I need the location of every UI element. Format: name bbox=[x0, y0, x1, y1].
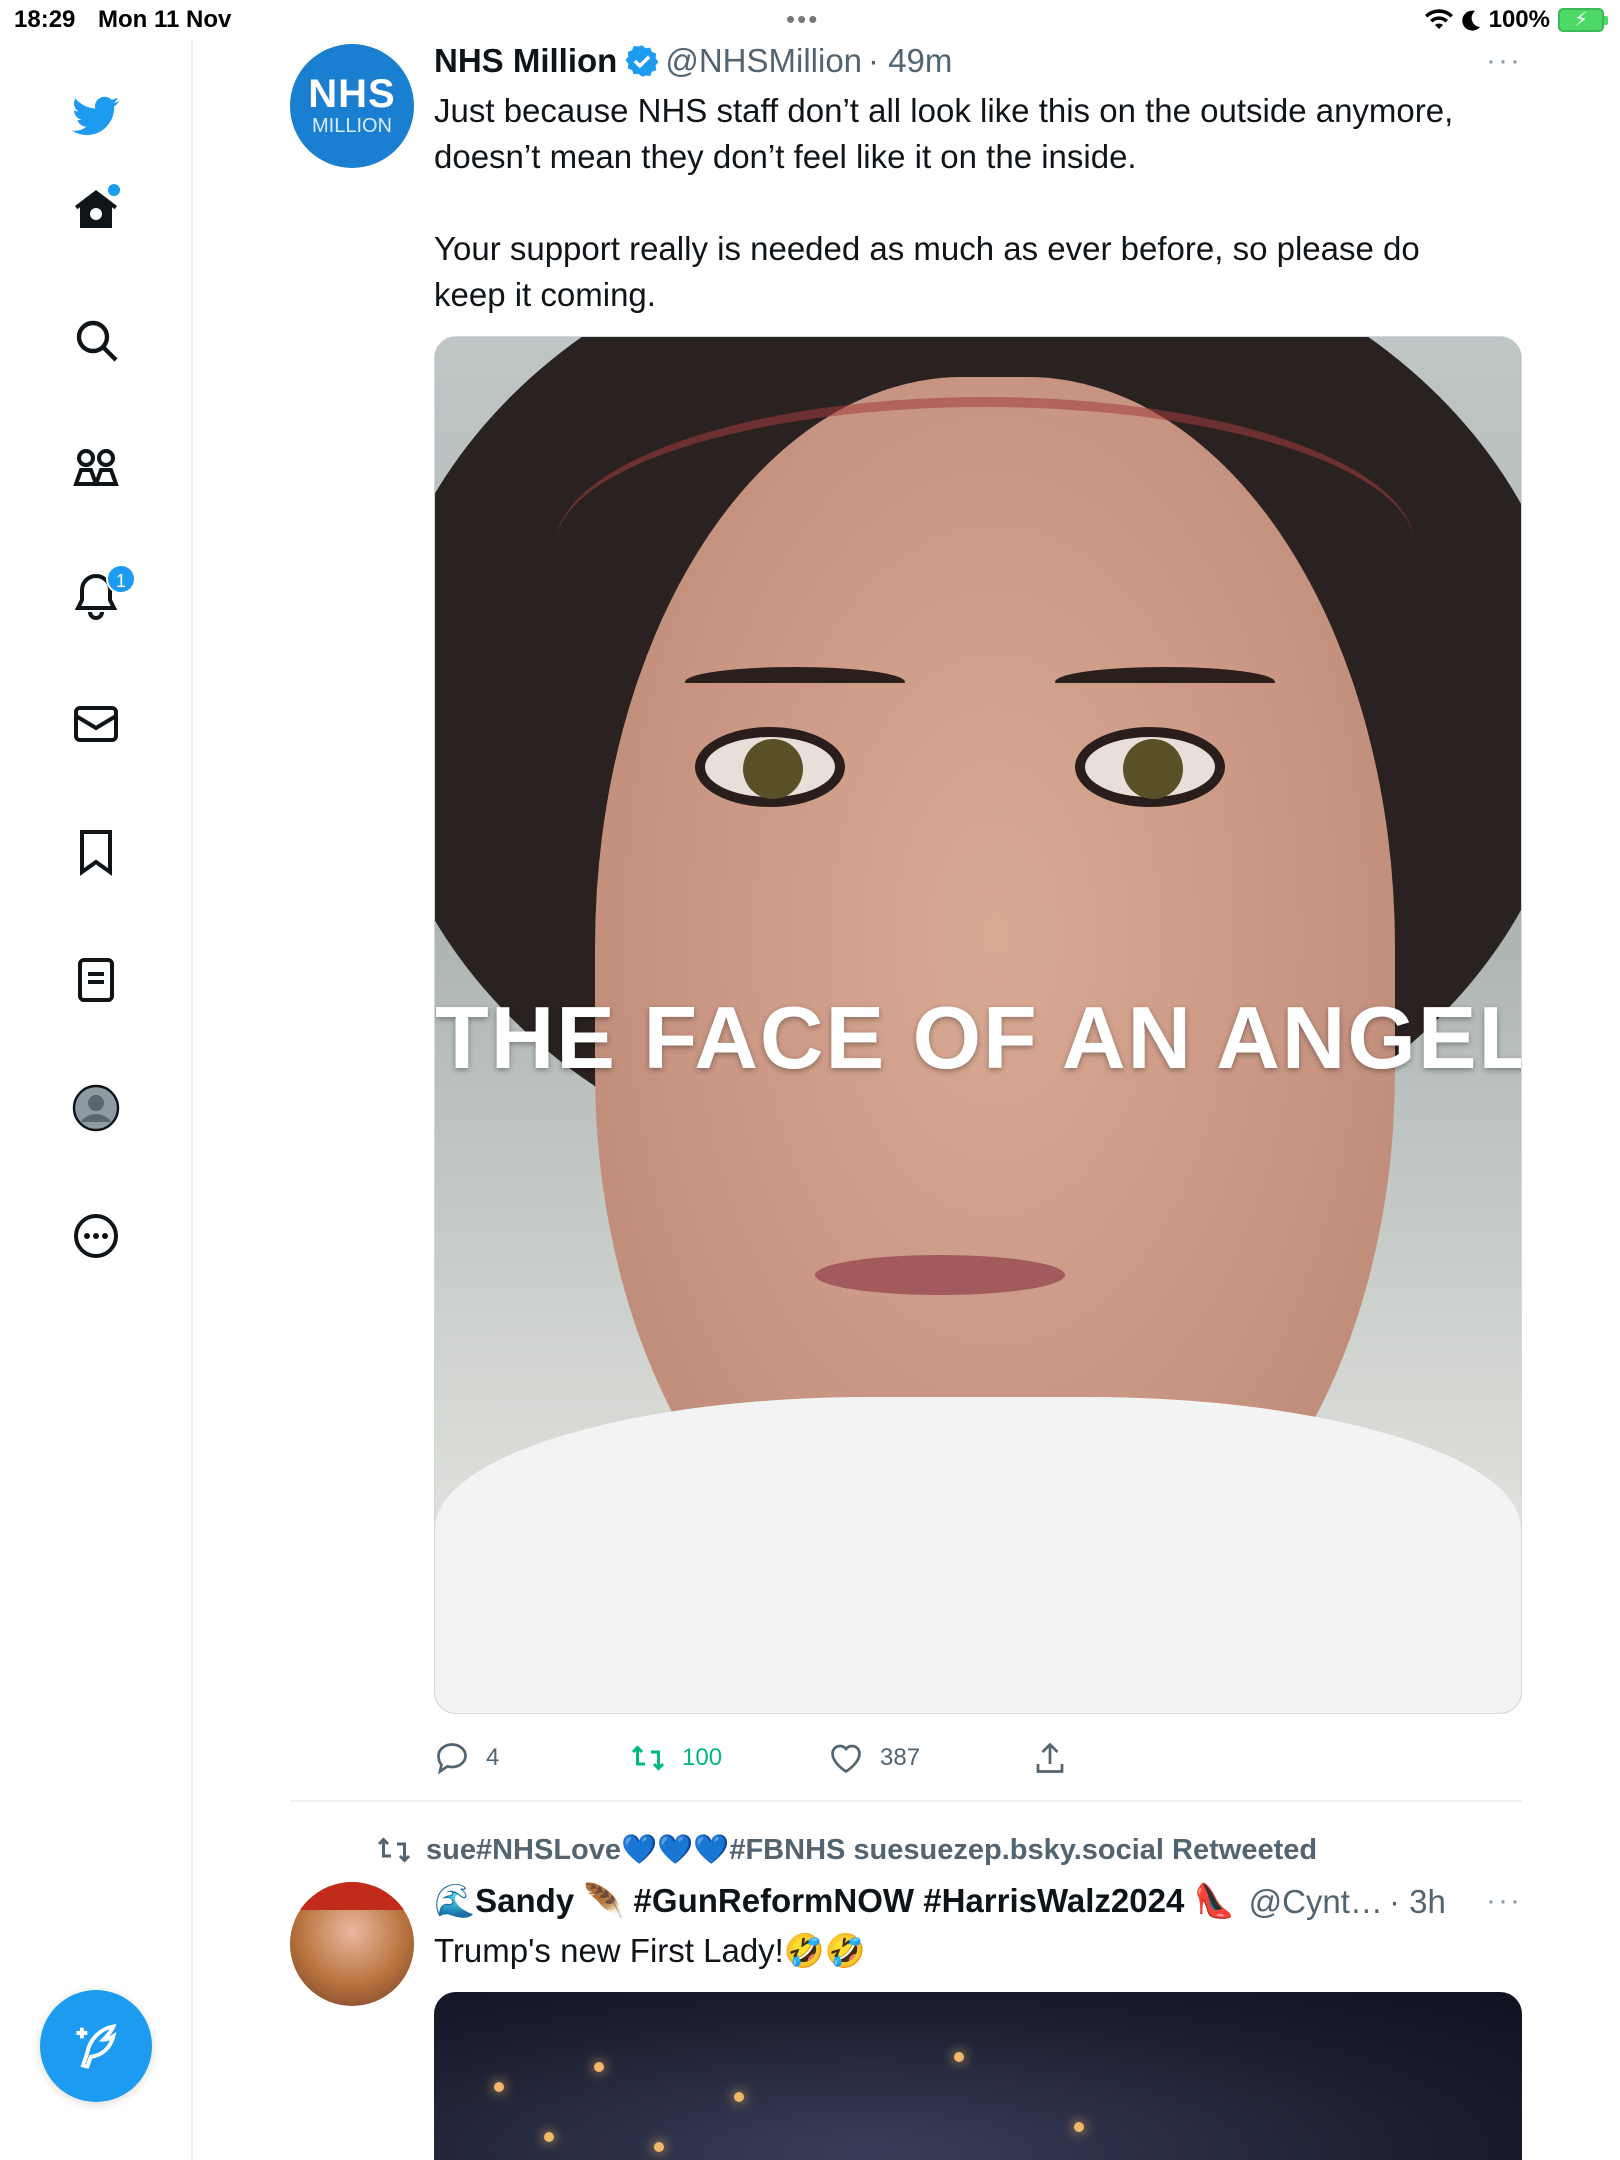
share-icon bbox=[1036, 1742, 1064, 1773]
avatar-logo-nhs: NHS bbox=[308, 72, 396, 116]
tweet-header: 🌊Sandy 🪶 #GunReformNOW #HarrisWalz2024 👠… bbox=[434, 1882, 1524, 1921]
status-bar: 18:29 Mon 11 Nov ••• 100% ⚡ bbox=[0, 0, 1620, 40]
compose-tweet-icon bbox=[76, 2024, 117, 2069]
tweet-author-handle[interactable]: @NHSMillion bbox=[665, 42, 862, 80]
battery-percent: 100% bbox=[1488, 6, 1550, 33]
reply-icon bbox=[437, 1743, 467, 1775]
tweet-timestamp[interactable]: · 49m bbox=[868, 42, 952, 80]
media-caption-text: THE FACE OF AN ANGEL bbox=[435, 988, 1522, 1087]
retweet-count: 100 bbox=[682, 1744, 723, 1771]
avatar[interactable]: NHS MILLION bbox=[290, 44, 414, 168]
notification-badge: 1 bbox=[106, 564, 136, 594]
tweet-more-options-icon[interactable]: ··· bbox=[1486, 1884, 1522, 1918]
tweet-text: Trump's new First Lady!🤣🤣 bbox=[434, 1932, 867, 1969]
retweet-icon bbox=[631, 1745, 665, 1771]
sidebar-nav: 1 bbox=[0, 40, 193, 2160]
avatar[interactable] bbox=[290, 1882, 414, 2006]
wifi-icon bbox=[1424, 9, 1453, 29]
status-right: 100% ⚡ bbox=[1424, 6, 1608, 34]
tweet-text: Just because NHS staff don’t all look li… bbox=[434, 92, 1454, 313]
heart-icon bbox=[831, 1744, 861, 1774]
compose-tweet-button[interactable] bbox=[40, 1990, 152, 2102]
tweet-author-handle[interactable]: @Cynt… bbox=[1249, 1883, 1383, 1921]
avatar-logo-million: MILLION bbox=[311, 115, 393, 137]
tweet-author-name[interactable]: NHS Million bbox=[434, 42, 617, 80]
status-time: 18:29 bbox=[14, 6, 76, 33]
tweet-author-name[interactable]: 🌊Sandy 🪶 #GunReformNOW #HarrisWalz2024 👠 bbox=[434, 1882, 1235, 1921]
tweet-header: NHS Million @NHSMillion · 49m bbox=[434, 42, 952, 80]
bookmarks-icon[interactable] bbox=[66, 822, 126, 882]
reply-count: 4 bbox=[486, 1744, 500, 1771]
notifications-icon[interactable]: 1 bbox=[66, 564, 136, 626]
home-icon[interactable] bbox=[66, 180, 126, 240]
tweet-media-image[interactable]: THE FACE OF AN ANGEL bbox=[434, 336, 1522, 1714]
like-button[interactable]: 387 bbox=[828, 1740, 920, 1776]
communities-icon[interactable] bbox=[66, 438, 126, 498]
multitasking-dots-icon[interactable]: ••• bbox=[786, 4, 819, 35]
verified-badge-icon bbox=[625, 45, 659, 77]
retweet-button[interactable]: 100 bbox=[630, 1740, 722, 1776]
tweet-timestamp[interactable]: · 3h bbox=[1389, 1883, 1446, 1921]
reply-button[interactable]: 4 bbox=[434, 1740, 499, 1776]
search-icon[interactable] bbox=[66, 310, 126, 370]
like-count: 387 bbox=[880, 1744, 921, 1771]
retweeted-by-text: sue#NHSLove💙💙💙#FBNHS suesuezep.bsky.soci… bbox=[426, 1834, 1318, 1866]
messages-icon[interactable] bbox=[66, 694, 126, 754]
status-date: Mon 11 Nov bbox=[98, 6, 232, 33]
profile-icon[interactable] bbox=[66, 1078, 126, 1138]
tweet-divider bbox=[290, 1800, 1522, 1802]
share-button[interactable] bbox=[1032, 1740, 1068, 1776]
tweet-more-options-icon[interactable]: ··· bbox=[1486, 44, 1522, 78]
more-icon[interactable] bbox=[66, 1206, 126, 1266]
lists-icon[interactable] bbox=[66, 950, 126, 1010]
tweet-actions: 4 100 387 bbox=[434, 1740, 1522, 1790]
twitter-logo-icon[interactable] bbox=[66, 86, 126, 146]
do-not-disturb-moon-icon bbox=[1461, 10, 1480, 31]
retweeted-by-line[interactable]: sue#NHSLove💙💙💙#FBNHS suesuezep.bsky.soci… bbox=[376, 1832, 1317, 1868]
retweet-icon bbox=[377, 1837, 411, 1863]
battery-charging-icon: ⚡ bbox=[1558, 8, 1608, 32]
tweet-media-image[interactable] bbox=[434, 1992, 1522, 2160]
home-new-dot bbox=[108, 184, 120, 196]
